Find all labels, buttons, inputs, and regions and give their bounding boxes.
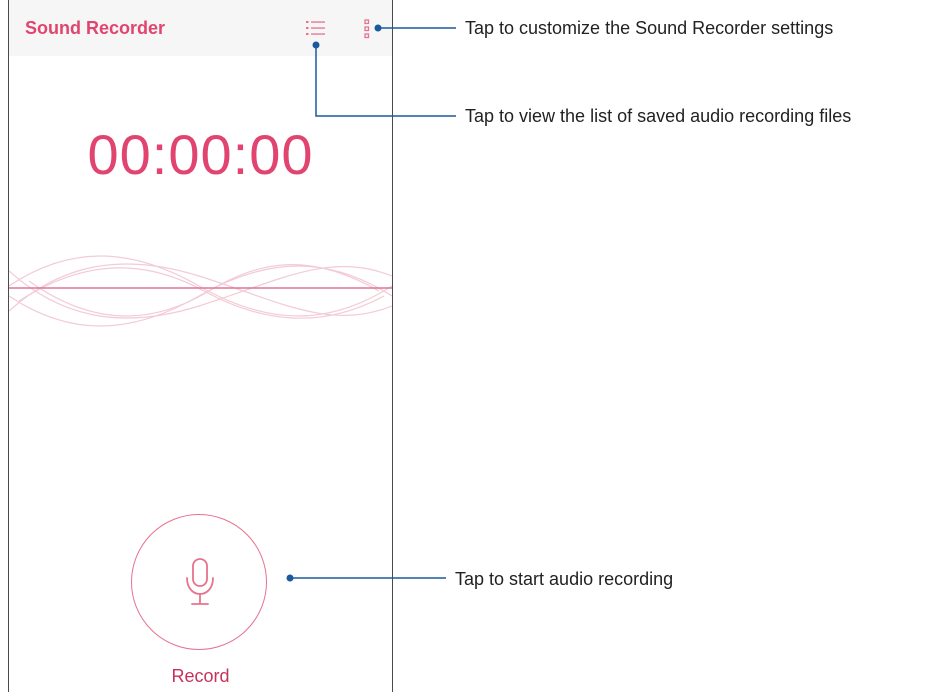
callout-settings-text: Tap to customize the Sound Recorder sett… xyxy=(465,18,834,38)
waveform-visualizer xyxy=(9,255,392,327)
app-title: Sound Recorder xyxy=(25,18,166,38)
recordings-list-button[interactable] xyxy=(305,18,327,38)
record-label: Record xyxy=(171,666,230,686)
callout-record-text: Tap to start audio recording xyxy=(455,569,674,589)
more-vert-icon xyxy=(364,19,370,39)
more-options-button[interactable] xyxy=(361,18,373,40)
microphone-icon xyxy=(186,558,214,605)
app-bar: Sound Recorder xyxy=(9,0,392,56)
callout-list-text: Tap to view the list of saved audio reco… xyxy=(465,106,852,126)
record-button[interactable] xyxy=(131,514,267,650)
phone-screen: Sound Recorder 00:00:00 Record xyxy=(8,0,393,692)
elapsed-time: 00:00:00 xyxy=(87,123,314,186)
manual-page: Sound Recorder 00:00:00 Record Tap to cu… xyxy=(0,0,926,692)
list-icon xyxy=(306,21,325,35)
